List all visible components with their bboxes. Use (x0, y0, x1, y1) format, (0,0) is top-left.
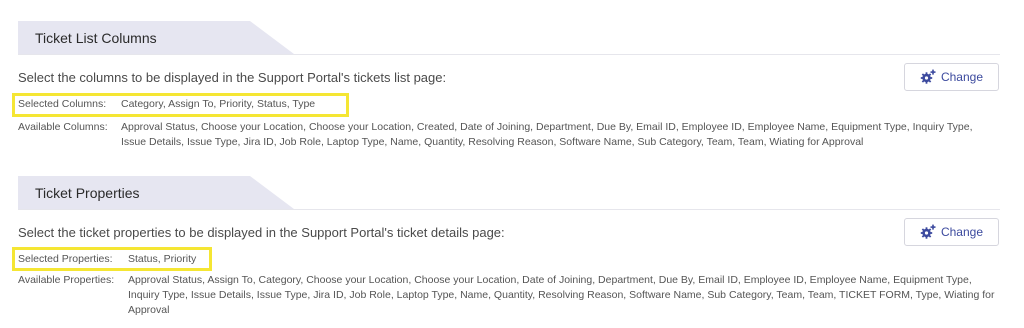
available-properties-value: Approval Status, Assign To, Category, Ch… (128, 274, 995, 316)
section-title: Ticket Properties (35, 185, 140, 201)
change-button-label: Change (940, 70, 984, 84)
gear-plus-icon (920, 224, 936, 239)
section-description: Select the columns to be displayed in th… (18, 70, 447, 85)
gear-plus-icon (920, 69, 936, 84)
change-columns-button[interactable]: Change (904, 63, 999, 91)
selected-columns-highlight (12, 93, 349, 117)
section-header: Ticket List Columns (18, 21, 1000, 55)
selected-properties-highlight (12, 247, 212, 271)
page: Ticket List Columns Select the columns t… (0, 0, 1024, 328)
available-columns-label: Available Columns: (18, 121, 108, 133)
section-description: Select the ticket properties to be displ… (18, 225, 505, 240)
section-title: Ticket List Columns (35, 30, 157, 46)
ticket-properties-section: Ticket Properties Select the ticket prop… (18, 176, 1000, 316)
change-properties-button[interactable]: Change (904, 218, 999, 246)
available-properties-label: Available Properties: (18, 274, 115, 286)
change-button-label: Change (940, 225, 984, 239)
section-header: Ticket Properties (18, 176, 1000, 210)
ticket-list-columns-section: Ticket List Columns Select the columns t… (18, 21, 1000, 148)
available-columns-value: Approval Status, Choose your Location, C… (121, 121, 973, 148)
